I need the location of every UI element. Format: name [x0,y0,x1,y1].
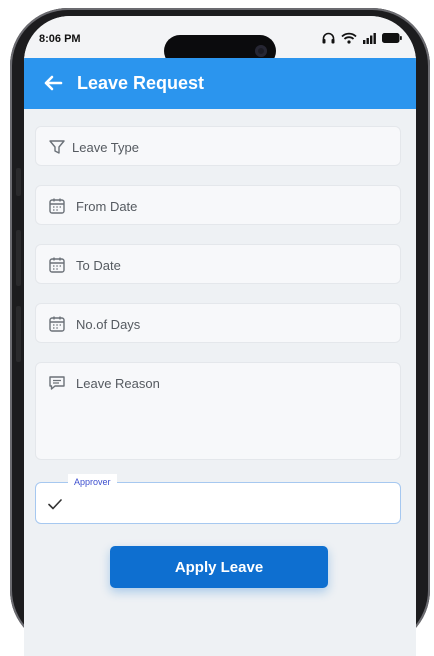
status-icons [322,32,402,44]
battery-icon [382,33,402,43]
to-date-field[interactable]: To Date [35,244,401,284]
leave-type-select[interactable]: Leave Type [35,126,401,166]
approver-field[interactable]: Approver [35,474,401,524]
status-time: 8:06 PM [39,33,81,45]
calendar-icon [49,257,65,273]
approver-label: Approver [68,474,117,490]
from-date-field[interactable]: From Date [35,185,401,225]
volume-down-button [16,306,21,362]
calendar-icon [49,316,65,332]
to-date-placeholder: To Date [76,258,121,273]
leave-type-placeholder: Leave Type [72,140,139,155]
headphones-icon [322,32,335,44]
calendar-icon [49,198,65,214]
check-icon [48,499,62,510]
page-title: Leave Request [77,73,205,93]
mute-switch [16,168,21,196]
app-bar: Leave Request [24,58,416,109]
phone-screen: 8:06 PM Leave Request Leave Type From Da… [24,16,416,656]
leave-reason-textarea[interactable]: Leave Reason [35,362,401,460]
apply-leave-button[interactable]: Apply Leave [110,546,328,588]
from-date-placeholder: From Date [76,199,138,214]
status-bar: 8:06 PM [24,16,416,67]
wifi-icon [341,32,357,44]
volume-up-button [16,230,21,286]
filter-icon [49,140,65,154]
signal-icon [363,32,376,44]
arrow-left-icon[interactable] [41,71,65,95]
message-icon [49,376,65,390]
camera-icon [255,45,267,57]
num-days-field[interactable]: No.of Days [35,303,401,343]
leave-reason-placeholder: Leave Reason [76,376,160,391]
num-days-placeholder: No.of Days [76,317,141,332]
